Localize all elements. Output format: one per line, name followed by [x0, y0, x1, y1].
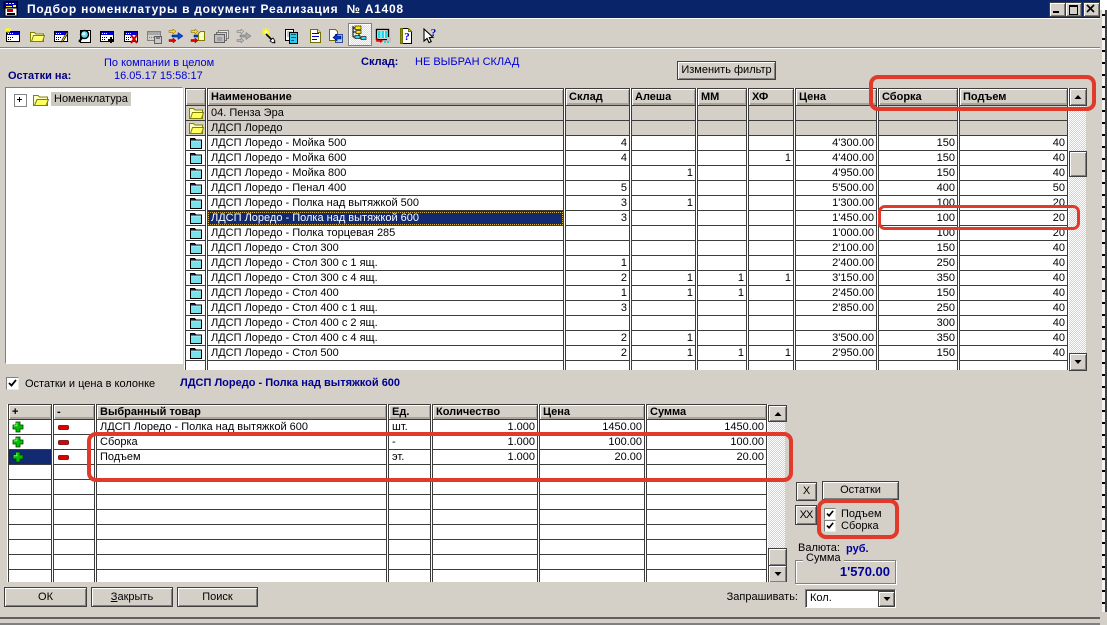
svg-text:?: ?	[404, 31, 410, 43]
svg-text:?: ?	[431, 28, 437, 39]
